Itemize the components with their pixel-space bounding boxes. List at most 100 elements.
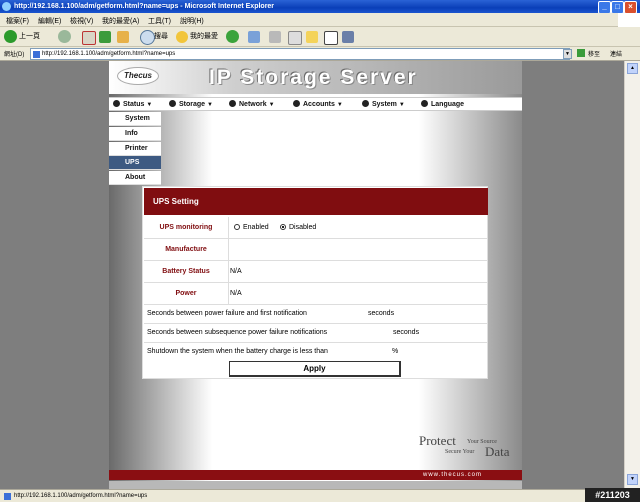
- go-arrow-icon[interactable]: [577, 49, 585, 57]
- submenu-info[interactable]: Info: [109, 127, 161, 141]
- refresh-icon[interactable]: [99, 31, 111, 43]
- back-arrow-icon[interactable]: [4, 30, 17, 43]
- battery-status-label: Battery Status: [144, 261, 229, 282]
- system-icon: [362, 100, 369, 107]
- status-text: http://192.168.1.100/adm/getform.html?na…: [14, 493, 148, 499]
- first-notification-label: Seconds between power failure and first …: [147, 310, 307, 317]
- tagline-secure: Secure Your: [445, 449, 475, 455]
- shutdown-input[interactable]: [362, 347, 390, 356]
- panel-heading: UPS Setting: [144, 188, 488, 215]
- nav-network[interactable]: Network ▼: [229, 100, 275, 108]
- subsequent-notification-unit: seconds: [393, 329, 420, 336]
- menu-favorites[interactable]: 我的最愛(A): [102, 16, 139, 26]
- status-submenu: System Info Printer UPS About: [109, 112, 161, 185]
- disabled-option[interactable]: Disabled: [280, 224, 316, 231]
- edit-icon[interactable]: [288, 31, 302, 45]
- submenu-about[interactable]: About: [109, 171, 161, 185]
- back-button-label[interactable]: 上一頁: [19, 30, 40, 44]
- favorites-button-label[interactable]: 我的最愛: [190, 30, 218, 44]
- submenu-ups[interactable]: UPS: [109, 156, 161, 170]
- history-icon[interactable]: [226, 30, 239, 43]
- forward-arrow-icon[interactable]: [58, 30, 71, 43]
- nav-system[interactable]: System ▼: [362, 100, 405, 108]
- window-title-bar: http://192.168.1.100/adm/getform.html?na…: [0, 0, 640, 14]
- power-label: Power: [144, 283, 229, 304]
- site-banner: Thecus IP Storage Server: [109, 61, 522, 94]
- home-icon[interactable]: [117, 31, 129, 43]
- watermark: #211203: [585, 488, 640, 502]
- research-icon[interactable]: [342, 31, 354, 43]
- menu-bar: 檔案(F) 編輯(E) 檢視(V) 我的最愛(A) 工具(T) 說明(H): [0, 13, 640, 27]
- menu-edit[interactable]: 編輯(E): [38, 16, 61, 26]
- tagline-protect: Protect: [419, 433, 456, 448]
- shutdown-label: Shutdown the system when the battery cha…: [147, 348, 328, 355]
- language-icon: [421, 100, 428, 107]
- scroll-down-icon[interactable]: ▼: [627, 474, 638, 485]
- menu-view[interactable]: 檢視(V): [70, 16, 93, 26]
- print-icon[interactable]: [269, 31, 281, 43]
- go-button[interactable]: 移至: [588, 49, 600, 58]
- chevron-down-icon: ▼: [268, 102, 275, 108]
- search-button-label[interactable]: 搜尋: [154, 30, 168, 44]
- tagline: Protect Your Source Secure Your Data: [419, 433, 519, 463]
- ie-icon: [2, 2, 11, 11]
- address-bar: 網址(D) http://192.168.1.100/adm/getform.h…: [0, 47, 640, 61]
- links-label[interactable]: 連結: [610, 49, 622, 58]
- address-input[interactable]: http://192.168.1.100/adm/getform.html?na…: [30, 48, 570, 60]
- disabled-radio[interactable]: [280, 224, 286, 230]
- address-url[interactable]: http://192.168.1.100/adm/getform.html?na…: [42, 51, 175, 57]
- address-dropdown-icon[interactable]: ▼: [563, 49, 572, 59]
- nav-accounts[interactable]: Accounts ▼: [293, 100, 343, 108]
- apply-button[interactable]: Apply: [229, 361, 401, 377]
- messenger-icon[interactable]: [324, 31, 338, 45]
- enabled-label: Enabled: [243, 224, 269, 231]
- first-notification-input[interactable]: [340, 309, 368, 318]
- nav-storage[interactable]: Storage ▼: [169, 100, 213, 108]
- thecus-logo: Thecus: [117, 67, 159, 85]
- brand-title: IP Storage Server: [209, 66, 418, 89]
- submenu-printer[interactable]: Printer: [109, 142, 161, 156]
- nav-network-label: Network: [239, 101, 267, 108]
- shutdown-unit: %: [392, 348, 399, 355]
- address-label: 網址(D): [4, 52, 25, 58]
- enabled-option[interactable]: Enabled: [234, 224, 269, 231]
- nav-storage-label: Storage: [179, 101, 206, 108]
- enabled-radio[interactable]: [234, 224, 240, 230]
- menu-file[interactable]: 檔案(F): [6, 16, 29, 26]
- search-icon[interactable]: [140, 30, 155, 45]
- battery-status-value: N/A: [230, 268, 242, 275]
- first-notification-unit: seconds: [368, 310, 395, 317]
- stop-icon[interactable]: [82, 31, 96, 45]
- submenu-system[interactable]: System: [109, 112, 161, 126]
- chevron-down-icon: ▼: [146, 102, 153, 108]
- ups-setting-panel: UPS Setting UPS monitoring Enabled Disab…: [142, 186, 488, 379]
- disabled-label: Disabled: [289, 224, 317, 231]
- tagline-data: Data: [485, 444, 510, 459]
- favorites-star-icon[interactable]: [176, 31, 188, 43]
- network-icon: [229, 100, 236, 107]
- nav-status[interactable]: Status ▼: [113, 100, 152, 108]
- nav-language-label: Language: [431, 101, 465, 108]
- scroll-up-icon[interactable]: ▲: [627, 63, 638, 74]
- subsequent-notification-input[interactable]: [364, 328, 392, 337]
- storage-icon: [169, 100, 176, 107]
- menu-help[interactable]: 說明(H): [180, 16, 204, 26]
- ups-monitoring-row: UPS monitoring Enabled Disabled: [144, 217, 488, 239]
- subsequent-notification-row: Seconds between subsequence power failur…: [144, 324, 488, 343]
- folder-icon[interactable]: [306, 31, 318, 43]
- chevron-down-icon: ▼: [398, 102, 405, 108]
- site-footer: www.thecus.com: [109, 470, 522, 480]
- accounts-icon: [293, 100, 300, 107]
- main-nav: Status ▼ Storage ▼ Network ▼ Accounts ▼ …: [109, 97, 522, 111]
- windows-logo: [618, 13, 640, 27]
- vertical-scrollbar[interactable]: ▲ ▼: [624, 61, 640, 489]
- nav-system-label: System: [372, 101, 397, 108]
- status-icon: [113, 100, 120, 107]
- nav-accounts-label: Accounts: [303, 101, 335, 108]
- mail-icon[interactable]: [248, 31, 260, 43]
- window-title: http://192.168.1.100/adm/getform.html?na…: [14, 3, 275, 10]
- menu-tools[interactable]: 工具(T): [148, 16, 171, 26]
- power-value: N/A: [230, 290, 242, 297]
- nav-language[interactable]: Language: [421, 100, 464, 108]
- shutdown-row: Shutdown the system when the battery cha…: [144, 343, 488, 360]
